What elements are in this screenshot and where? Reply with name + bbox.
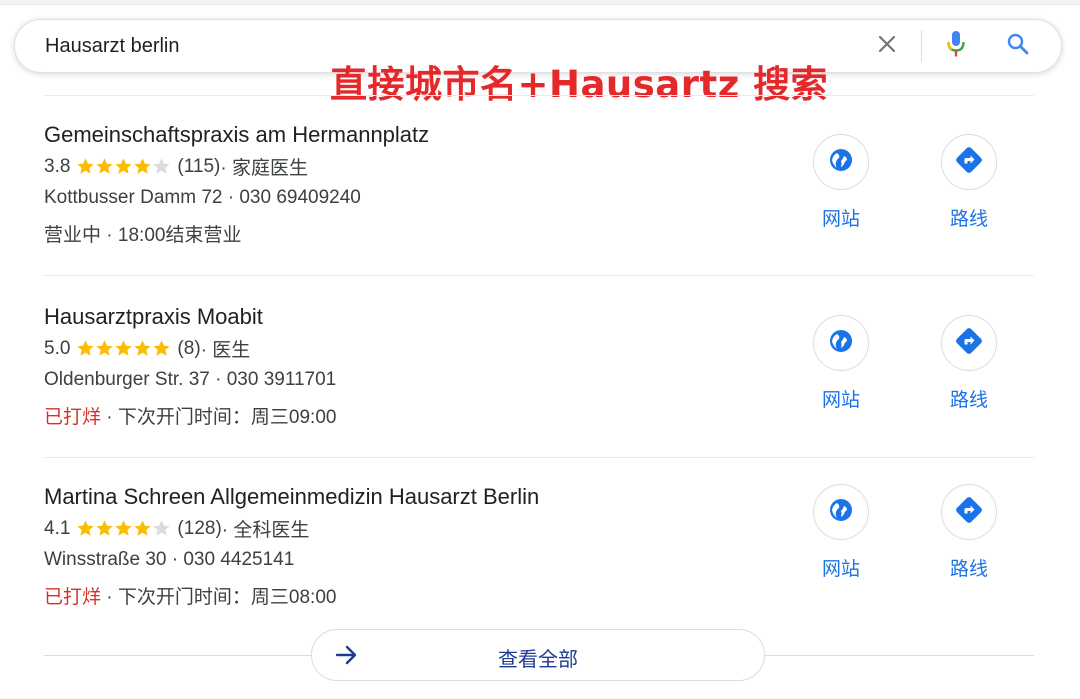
overlay-annotation: 直接城市名+Hausartz 搜索 (330, 63, 829, 106)
result-address: Oldenburger Str. 37 · 030 3911701 (44, 369, 337, 390)
result-category: · 医生 (200, 340, 251, 361)
result-category: · 家庭医生 (220, 158, 308, 179)
star-rating (76, 339, 171, 358)
open-status: 营业中 (44, 225, 102, 246)
result-title[interactable]: Gemeinschaftspraxis am Hermannplatz (44, 122, 429, 148)
result-title[interactable]: Martina Schreen Allgemeinmedizin Hausarz… (44, 484, 539, 510)
results-top-divider (44, 95, 1034, 96)
result-address: Kottbusser Damm 72 · 030 69409240 (44, 187, 361, 208)
website-button[interactable]: 网站 (811, 315, 871, 412)
star-filled-icon (134, 158, 152, 174)
website-button[interactable]: 网站 (811, 484, 871, 581)
hours-text: · 18:00结束营业 (101, 225, 242, 246)
voice-search-button[interactable] (941, 30, 971, 62)
directions-label: 路线 (949, 559, 988, 580)
star-filled-icon (115, 158, 133, 174)
star-filled-icon (115, 340, 133, 356)
star-filled-icon (134, 520, 152, 536)
star-rating (76, 519, 171, 538)
star-rating (76, 157, 171, 176)
rating-value: 5.0 (44, 337, 71, 359)
star-filled-icon (77, 340, 95, 356)
result-rating-line: 3.8 (115) · 家庭医生 (44, 153, 308, 180)
globe-icon (828, 497, 854, 528)
star-filled-icon (115, 520, 133, 536)
view-all-rule-right (764, 655, 1034, 656)
result-divider (44, 275, 1034, 276)
microphone-icon (946, 30, 966, 63)
directions-label: 路线 (949, 390, 988, 411)
hours-text: · 下次开门时间：周三09:00 (101, 407, 337, 428)
directions-icon (954, 495, 984, 530)
result-category: · 全科医生 (221, 520, 310, 541)
star-empty-icon (153, 520, 171, 536)
directions-label: 路线 (949, 209, 988, 230)
result-address: Winsstraße 30 · 030 4425141 (44, 549, 295, 570)
globe-icon (828, 328, 854, 359)
star-filled-icon (96, 340, 114, 356)
result-hours: 已打烊 · 下次开门时间：周三08:00 (44, 582, 336, 609)
local-result[interactable]: Martina Schreen Allgemeinmedizin Hausarz… (44, 484, 1034, 624)
clear-button[interactable] (873, 32, 901, 60)
website-label: 网站 (821, 390, 860, 411)
local-result[interactable]: Hausarztpraxis Moabit 5.0 (8) · 医生 Olden… (44, 304, 1034, 444)
star-filled-icon (96, 520, 114, 536)
website-label: 网站 (821, 209, 860, 230)
result-rating-line: 4.1 (128) · 全科医生 (44, 515, 309, 542)
star-empty-icon (153, 158, 171, 174)
directions-button[interactable]: 路线 (939, 134, 999, 231)
top-border (0, 0, 1080, 5)
directions-button[interactable]: 路线 (939, 484, 999, 581)
result-divider (44, 457, 1034, 458)
review-count[interactable]: (8) (177, 338, 200, 360)
directions-button[interactable]: 路线 (939, 315, 999, 412)
website-button[interactable]: 网站 (811, 134, 871, 231)
view-all-rule-left (44, 655, 311, 656)
star-filled-icon (77, 520, 95, 536)
result-hours: 已打烊 · 下次开门时间：周三09:00 (44, 402, 336, 429)
rating-value: 3.8 (44, 155, 71, 177)
hours-text: · 下次开门时间：周三08:00 (101, 587, 337, 608)
star-filled-icon (134, 340, 152, 356)
search-button[interactable] (1003, 31, 1033, 61)
search-divider (921, 30, 922, 62)
website-label: 网站 (821, 559, 860, 580)
review-count[interactable]: (128) (177, 518, 221, 540)
magnifier-icon (1006, 32, 1030, 61)
result-rating-line: 5.0 (8) · 医生 (44, 335, 250, 362)
open-status: 已打烊 (44, 587, 102, 608)
close-icon (877, 34, 897, 59)
star-filled-icon (96, 158, 114, 174)
result-hours: 营业中 · 18:00结束营业 (44, 220, 241, 247)
star-filled-icon (153, 340, 171, 356)
review-count[interactable]: (115) (177, 156, 220, 178)
view-all-label: 查看全部 (498, 649, 578, 671)
globe-icon (828, 147, 854, 178)
local-result[interactable]: Gemeinschaftspraxis am Hermannplatz 3.8 … (44, 122, 1034, 262)
rating-value: 4.1 (44, 517, 71, 539)
star-filled-icon (77, 158, 95, 174)
directions-icon (954, 326, 984, 361)
view-all-button[interactable]: 查看全部 (311, 629, 765, 681)
directions-icon (954, 145, 984, 180)
open-status: 已打烊 (44, 407, 102, 428)
result-title[interactable]: Hausarztpraxis Moabit (44, 304, 263, 330)
